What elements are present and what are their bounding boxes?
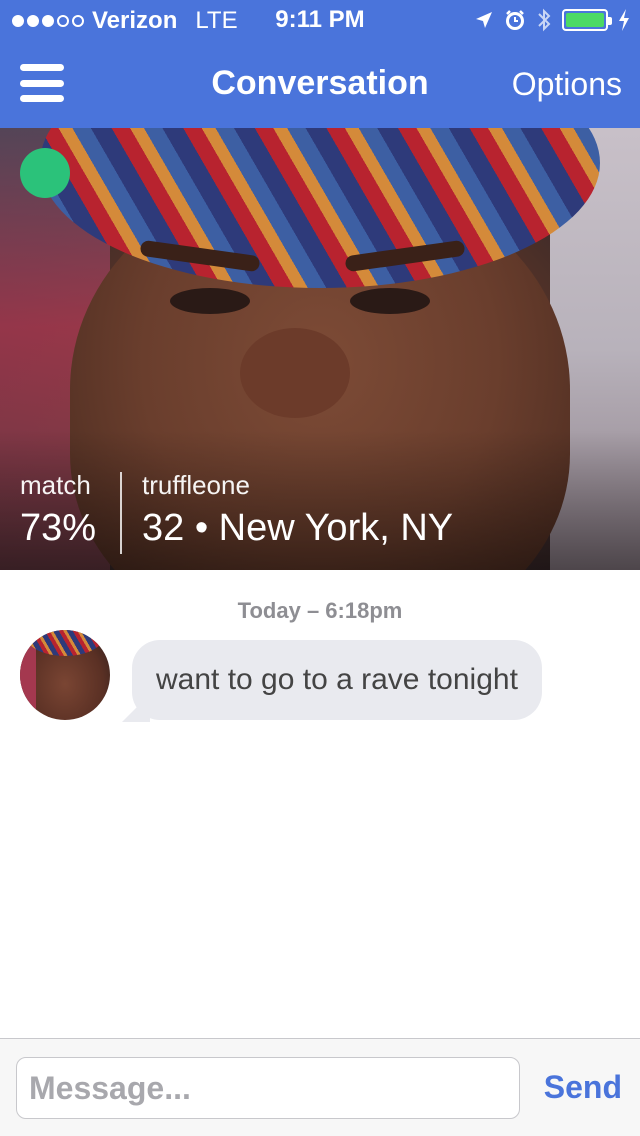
message-bubble: want to go to a rave tonight [132, 640, 542, 720]
location-arrow-icon [476, 12, 492, 28]
send-button[interactable]: Send [544, 1069, 622, 1106]
photo-detail [170, 288, 250, 314]
message-text: want to go to a rave tonight [156, 663, 518, 696]
username: truffleone [142, 470, 250, 500]
battery-level [566, 13, 604, 27]
top-bar: Verizon LTE 9:11 PM Conversation Options [0, 0, 640, 128]
user-details: 32 • New York, NY [142, 507, 454, 549]
message-timestamp: Today – 6:18pm [237, 598, 403, 623]
match-label: match [20, 470, 91, 500]
user-block: truffleone 32 • New York, NY [142, 470, 453, 550]
message-composer: Send [0, 1038, 640, 1136]
alarm-icon [506, 10, 524, 30]
bluetooth-icon [538, 8, 551, 32]
status-bar: Verizon LTE 9:11 PM [0, 0, 640, 40]
status-right [474, 8, 630, 32]
battery-icon [562, 9, 612, 31]
charging-icon [619, 9, 629, 31]
photo-detail [350, 288, 430, 314]
options-button[interactable]: Options [512, 66, 622, 103]
profile-info: match 73% truffleone 32 • New York, NY [0, 470, 640, 560]
avatar-hat [26, 630, 104, 656]
match-percentage: 73% [20, 507, 97, 549]
navigation-bar: Conversation Options [0, 40, 640, 128]
online-status-indicator [20, 148, 70, 198]
match-block: match 73% [20, 470, 96, 550]
photo-detail [240, 328, 350, 418]
avatar[interactable] [20, 630, 110, 720]
message-input[interactable] [16, 1057, 520, 1119]
info-divider [120, 472, 122, 554]
